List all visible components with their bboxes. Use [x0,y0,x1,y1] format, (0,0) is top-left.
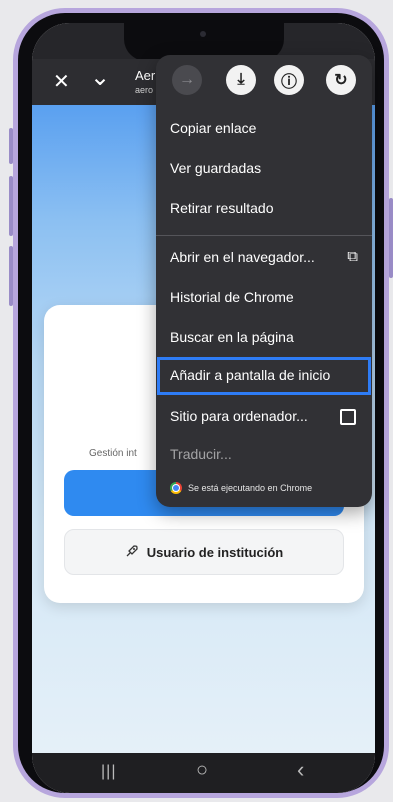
download-icon[interactable]: ⤓ [226,65,256,95]
menu-item-label: Retirar resultado [170,200,274,216]
checkbox-icon[interactable] [340,409,356,425]
institution-user-label: Usuario de institución [146,544,284,560]
menu-item-label: Abrir en el navegador... [170,249,315,265]
forward-icon[interactable]: → [172,65,202,95]
page-title: Aer [135,68,156,83]
overflow-menu: → ⤓ ⓘ ↻ Copiar enlace Ver guardadas Reti… [156,55,372,507]
phone-power-button [389,198,393,278]
menu-item-saved[interactable]: Ver guardadas [156,149,372,189]
menu-item-label: Ver guardadas [170,160,262,176]
home-icon[interactable]: ○ [196,759,208,782]
highlight-box [157,357,371,395]
menu-item-find-in-page[interactable]: Buscar en la página [156,318,372,358]
menu-item-desktop-site[interactable]: Sitio para ordenador... [156,397,372,437]
phone-side-button [9,128,13,164]
menu-item-remove-result[interactable]: Retirar resultado [156,189,372,229]
info-icon[interactable]: ⓘ [274,65,304,95]
menu-item-copy-link[interactable]: Copiar enlace [156,109,372,149]
menu-icon-row: → ⤓ ⓘ ↻ [156,55,372,103]
menu-footer-text: Se está ejecutando en Chrome [188,483,313,493]
close-icon[interactable]: ✕ [53,69,70,94]
menu-item-open-in-browser[interactable]: Abrir en el navegador... ⧉ [156,238,372,278]
chrome-icon [170,482,182,494]
menu-divider [156,235,372,236]
card-subtitle: Gestión int [89,448,137,459]
menu-item-label: Sitio para ordenador... [170,408,308,424]
open-external-icon: ⧉ [347,248,358,265]
menu-item-chrome-history[interactable]: Historial de Chrome [156,278,372,318]
back-icon[interactable]: ‹ [297,757,304,783]
menu-item-translate[interactable]: Traducir... [156,435,372,475]
page-url: aero [135,85,154,95]
chevron-down-icon[interactable]: ⌄ [90,63,110,92]
phone-side-button [9,246,13,306]
menu-item-label: Copiar enlace [170,120,257,136]
institution-user-button[interactable]: Usuario de institución [64,529,344,575]
status-bar [32,23,375,61]
system-nav-bar: ||| ○ ‹ [32,753,375,793]
rocket-icon [125,544,139,561]
phone-side-button [9,176,13,236]
camera-icon [200,31,206,37]
menu-item-label: Traducir... [170,446,232,462]
menu-footer: Se está ejecutando en Chrome [156,475,372,503]
menu-item-label: Historial de Chrome [170,289,294,305]
refresh-icon[interactable]: ↻ [326,65,356,95]
recents-icon[interactable]: ||| [101,763,116,781]
menu-item-label: Buscar en la página [170,329,294,345]
